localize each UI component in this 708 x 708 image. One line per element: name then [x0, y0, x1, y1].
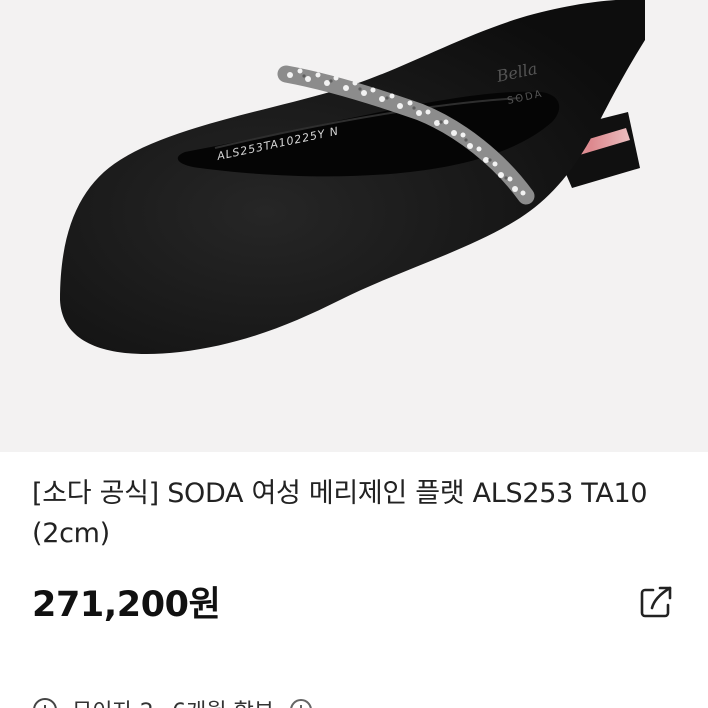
card-icon	[32, 697, 58, 708]
product-title: [소다 공식] SODA 여성 메리제인 플랫 ALS253 TA10 (2cm…	[32, 478, 656, 549]
installment-text: 무이자 2~6개월 할부	[72, 694, 274, 708]
product-image[interactable]: ALS253TA10225Y N Bella SODA	[0, 0, 708, 452]
share-icon	[640, 586, 672, 618]
product-price: 271,200원	[32, 585, 221, 625]
shoe-illustration: ALS253TA10225Y N Bella SODA	[60, 0, 645, 355]
product-page: ALS253TA10225Y N Bella SODA [소다 공식] SODA…	[0, 0, 708, 708]
installment-row[interactable]: 무이자 2~6개월 할부	[32, 690, 314, 708]
share-button[interactable]	[632, 578, 680, 626]
info-icon[interactable]	[288, 697, 314, 708]
